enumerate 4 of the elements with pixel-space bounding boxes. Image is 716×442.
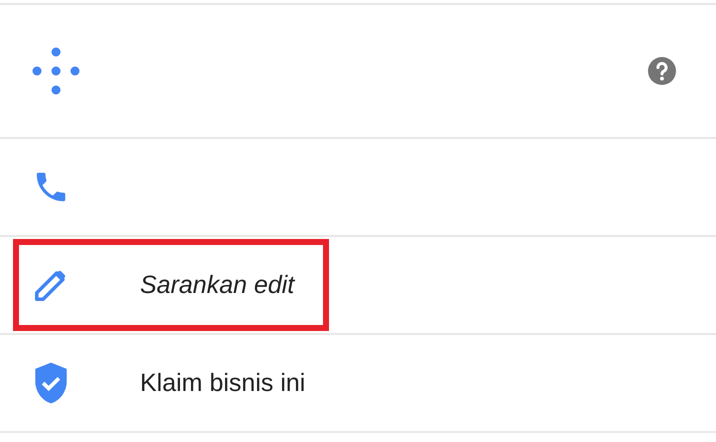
row-label[interactable]: Sarankan edit [140, 270, 294, 300]
help-icon[interactable] [648, 57, 676, 85]
row-label[interactable]: Klaim bisnis ini [140, 368, 306, 398]
dots-icon [32, 47, 80, 95]
